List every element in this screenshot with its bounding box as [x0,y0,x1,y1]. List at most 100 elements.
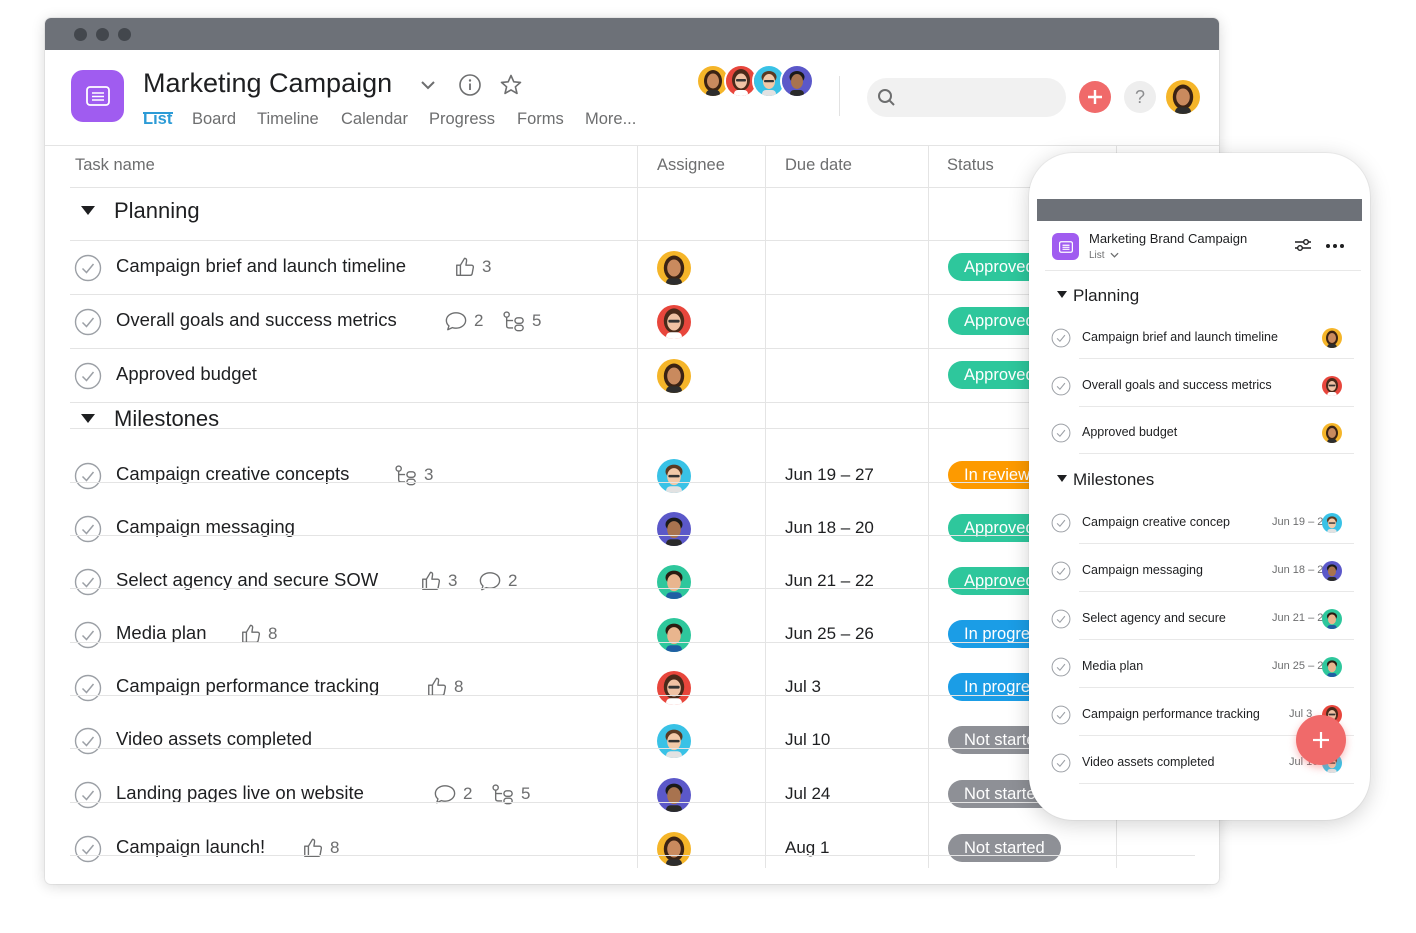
subtasks-count[interactable]: 5 [491,781,530,807]
complete-checkbox-icon[interactable] [74,362,102,390]
avatar[interactable] [657,459,691,493]
complete-checkbox-icon[interactable] [74,781,102,809]
complete-checkbox-icon[interactable] [74,727,102,755]
caret-down-icon[interactable] [1057,291,1067,299]
caret-down-icon[interactable] [81,414,95,423]
complete-checkbox-icon[interactable] [1051,657,1071,677]
table-row[interactable]: Campaign messaging Jun 18 – 20 Approved [70,502,1190,555]
list-item[interactable]: Campaign messaging Jun 18 – 20 [1051,551,1354,592]
info-icon[interactable] [457,72,483,98]
complete-checkbox-icon[interactable] [1051,609,1071,629]
tab-forms[interactable]: Forms [517,110,564,129]
complete-checkbox-icon[interactable] [74,308,102,336]
column-header-task[interactable]: Task name [75,156,155,175]
table-row[interactable]: Landing pages live on website 2 5 Jul 24 Not… [70,768,1190,821]
avatar[interactable] [780,64,814,98]
window-close-dot[interactable] [74,28,87,41]
due-date[interactable]: Jul 24 [785,784,830,804]
complete-checkbox-icon[interactable] [1051,561,1071,581]
complete-checkbox-icon[interactable] [1051,376,1071,396]
comments-count[interactable]: 2 [444,308,483,334]
task-name[interactable]: Video assets completed [116,728,312,750]
mobile-section-header-milestones[interactable]: Milestones [1057,470,1154,490]
complete-checkbox-icon[interactable] [74,835,102,863]
avatar[interactable] [657,305,691,339]
avatar[interactable] [657,359,691,393]
status-badge[interactable]: Not started [948,834,1061,862]
comments-count[interactable]: 2 [433,781,472,807]
complete-checkbox-icon[interactable] [1051,705,1071,725]
avatar[interactable] [1322,513,1342,533]
more-options-icon[interactable] [1325,243,1345,249]
due-date[interactable]: Jun 25 – 26 [785,624,874,644]
task-name[interactable]: Campaign performance tracking [116,675,379,697]
complete-checkbox-icon[interactable] [74,621,102,649]
complete-checkbox-icon[interactable] [1051,753,1071,773]
list-item[interactable]: Approved budget [1051,413,1354,454]
due-date[interactable]: Jul 3 [785,677,821,697]
avatar[interactable] [1322,328,1342,348]
task-name[interactable]: Overall goals and success metrics [116,309,397,331]
task-name[interactable]: Campaign brief and launch timeline [116,255,406,277]
avatar[interactable] [657,832,691,866]
search-input[interactable] [867,78,1066,117]
list-item[interactable]: Overall goals and success metrics [1051,366,1354,407]
tab-progress[interactable]: Progress [429,110,495,129]
user-avatar[interactable] [1166,80,1200,114]
window-maximize-dot[interactable] [118,28,131,41]
list-item[interactable]: Campaign creative concepts Jun 19 – 27 [1051,503,1354,544]
complete-checkbox-icon[interactable] [74,254,102,282]
avatar[interactable] [1322,609,1342,629]
tab-more[interactable]: More... [585,110,636,129]
avatar[interactable] [657,724,691,758]
complete-checkbox-icon[interactable] [74,462,102,490]
section-header-planning[interactable]: Planning [75,188,675,236]
task-name[interactable]: Approved budget [116,363,257,385]
likes-count[interactable]: 8 [302,835,339,861]
table-row[interactable]: Video assets completed Jul 10 Not started [70,714,1190,767]
complete-checkbox-icon[interactable] [74,568,102,596]
table-row[interactable]: Campaign launch! 8 Aug 1 Not started [70,822,1190,875]
avatar[interactable] [657,565,691,599]
complete-checkbox-icon[interactable] [1051,513,1071,533]
add-button[interactable] [1079,81,1111,113]
list-item[interactable]: Campaign brief and launch timeline [1051,318,1354,359]
avatar[interactable] [657,671,691,705]
avatar[interactable] [657,618,691,652]
list-item[interactable]: Select agency and secure SOW Jun 21 – 22 [1051,599,1354,640]
task-name[interactable]: Media plan [116,622,207,644]
tab-calendar[interactable]: Calendar [341,110,408,129]
table-row[interactable]: Campaign performance tracking 8 Jul 3 In pr… [70,661,1190,714]
table-row[interactable]: Campaign creative concepts 3 Jun 19 – 27 In… [70,449,1190,502]
task-name[interactable]: Landing pages live on website [116,782,364,804]
avatar[interactable] [1322,561,1342,581]
chevron-down-icon[interactable] [415,72,441,98]
likes-count[interactable]: 8 [240,621,277,647]
complete-checkbox-icon[interactable] [74,674,102,702]
filter-sliders-icon[interactable] [1294,238,1312,252]
mobile-view-switcher[interactable]: List [1089,250,1119,261]
column-header-assignee[interactable]: Assignee [657,156,725,175]
subtasks-count[interactable]: 3 [394,462,433,488]
section-header-milestones[interactable]: Milestones [75,396,675,444]
table-row[interactable]: Select agency and secure SOW 3 2 Jun 21 – 2… [70,555,1190,608]
subtasks-count[interactable]: 5 [502,308,541,334]
comments-count[interactable]: 2 [478,568,517,594]
table-row[interactable]: Overall goals and success metrics 2 5 Appro… [70,295,1190,348]
likes-count[interactable]: 3 [420,568,457,594]
caret-down-icon[interactable] [81,206,95,215]
complete-checkbox-icon[interactable] [74,515,102,543]
column-header-status[interactable]: Status [947,156,994,175]
avatar[interactable] [657,512,691,546]
avatar[interactable] [1322,423,1342,443]
likes-count[interactable]: 8 [426,674,463,700]
list-item[interactable]: Media plan Jun 25 – 26 [1051,647,1354,688]
table-row[interactable]: Approved budget Approved [70,349,1190,402]
likes-count[interactable]: 3 [454,254,491,280]
star-icon[interactable] [498,72,524,98]
column-header-due[interactable]: Due date [785,156,852,175]
avatar[interactable] [1322,376,1342,396]
mobile-add-button[interactable] [1296,715,1346,765]
due-date[interactable]: Jul 10 [785,730,830,750]
mobile-section-header-planning[interactable]: Planning [1057,286,1139,306]
